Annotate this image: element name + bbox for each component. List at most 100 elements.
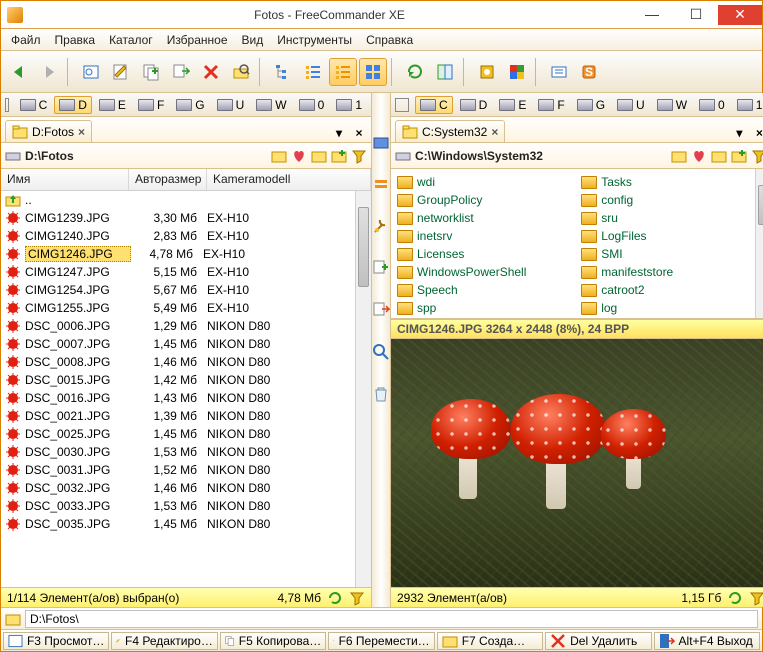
drive-F[interactable]: F [133,96,169,114]
folderlist-right[interactable]: wdiGroupPolicynetworklistinetsrvLicenses… [391,169,763,319]
menu-fav[interactable]: Избранное [161,31,234,49]
menu-tools[interactable]: Инструменты [271,31,358,49]
updir-row[interactable]: .. [1,191,371,209]
drive-D[interactable]: D [54,96,92,114]
file-row[interactable]: DSC_0008.JPG1,46 МбNIKON D80 [1,353,371,371]
tool2-button[interactable]: S [575,58,603,86]
file-row[interactable]: DSC_0015.JPG1,42 МбNIKON D80 [1,371,371,389]
fkey-f5[interactable]: F5 Копирова… [220,632,326,650]
fkey-exit[interactable]: Alt+F4 Выход [654,632,760,650]
col-name[interactable]: Имя [1,169,129,190]
drive-1[interactable]: 1 [331,96,367,114]
file-row[interactable]: DSC_0025.JPG1,45 МбNIKON D80 [1,425,371,443]
fkey-f3[interactable]: F3 Просмот… [3,632,109,650]
scrollbar-right-folders[interactable] [755,169,763,318]
status-refresh-icon[interactable] [727,590,743,606]
heart-icon[interactable] [691,148,707,164]
file-row[interactable]: DSC_0007.JPG1,45 МбNIKON D80 [1,335,371,353]
folder-item[interactable]: SMI [581,245,763,263]
drive-C[interactable]: C [415,96,453,114]
col-camera[interactable]: Kameramodell [207,169,371,190]
tab-right[interactable]: C:System32 × [395,120,505,142]
file-row[interactable]: CIMG1254.JPG5,67 МбEX-H10 [1,281,371,299]
file-row[interactable]: CIMG1246.JPG4,78 МбEX-H10 [1,245,371,263]
settings-button[interactable] [473,58,501,86]
forward-button[interactable] [35,58,63,86]
drive-W[interactable]: W [652,96,692,114]
col-size[interactable]: Авторазмер [129,169,207,190]
path-left[interactable]: D:\Fotos [25,149,267,163]
file-row[interactable]: DSC_0033.JPG1,53 МбNIKON D80 [1,497,371,515]
status-filter-icon[interactable] [749,590,763,606]
mid-zoom-icon[interactable] [372,343,390,361]
drive-U[interactable]: U [212,96,250,114]
edit-button[interactable] [107,58,135,86]
mid-recycle-icon[interactable] [372,385,390,403]
heart-icon[interactable] [291,148,307,164]
menu-file[interactable]: Файл [5,31,47,49]
file-row[interactable]: CIMG1247.JPG5,15 МбEX-H10 [1,263,371,281]
fkey-del[interactable]: Del Удалить [545,632,651,650]
fkey-f6[interactable]: F6 Перемести… [328,632,434,650]
path-input[interactable] [25,610,758,628]
folder-item[interactable]: wdi [397,173,581,191]
drive-E[interactable]: E [94,96,131,114]
menu-help[interactable]: Справка [360,31,419,49]
list-button[interactable] [299,58,327,86]
file-row[interactable]: DSC_0016.JPG1,43 МбNIKON D80 [1,389,371,407]
search-button[interactable] [227,58,255,86]
folder-item[interactable]: Speech [397,281,581,299]
mid-copy-icon[interactable] [372,259,390,277]
drive-0[interactable]: 0 [694,96,730,114]
tab-left[interactable]: D:Fotos × [5,120,92,142]
filelist-left[interactable]: ..CIMG1239.JPG3,30 МбEX-H10CIMG1240.JPG2… [1,191,371,587]
folder-item[interactable]: LogFiles [581,227,763,245]
file-row[interactable]: CIMG1239.JPG3,30 МбEX-H10 [1,209,371,227]
mid-move-icon[interactable] [372,301,390,319]
history-icon[interactable] [311,148,327,164]
folder-item[interactable]: spp [397,299,581,317]
fkey-f7[interactable]: F7 Созда… [437,632,543,650]
mid-equal-icon[interactable] [372,175,390,193]
folder-item[interactable]: manifeststore [581,263,763,281]
drive-D[interactable]: D [455,96,493,114]
fav-icon[interactable] [671,148,687,164]
folder-item[interactable]: sru [581,209,763,227]
tab-close-all[interactable]: × [751,126,763,142]
drive-W[interactable]: W [251,96,291,114]
drive-E[interactable]: E [494,96,531,114]
drive-1[interactable]: 1 [732,96,763,114]
folder-item[interactable]: Tasks [581,173,763,191]
path-right[interactable]: C:\Windows\System32 [415,149,667,163]
menu-edit[interactable]: Правка [49,31,102,49]
tool1-button[interactable] [545,58,573,86]
fav-icon[interactable] [271,148,287,164]
close-button[interactable]: ✕ [718,5,762,25]
image-preview[interactable] [391,339,763,587]
copy-button[interactable] [137,58,165,86]
file-row[interactable]: DSC_0030.JPG1,53 МбNIKON D80 [1,443,371,461]
tab-close-icon[interactable]: × [78,125,85,139]
file-row[interactable]: CIMG1255.JPG5,49 МбEX-H10 [1,299,371,317]
drive-G[interactable]: G [171,96,209,114]
scrollbar-left[interactable] [355,191,371,587]
folder-item[interactable]: catroot2 [581,281,763,299]
menu-view[interactable]: Вид [236,31,270,49]
menu-catalog[interactable]: Каталог [103,31,159,49]
status-filter-icon[interactable] [349,590,365,606]
details-button[interactable] [329,58,357,86]
mid-folder-icon[interactable] [372,133,390,151]
sync-button[interactable] [431,58,459,86]
delete-button[interactable] [197,58,225,86]
folder-item[interactable]: config [581,191,763,209]
folder-item[interactable]: Licenses [397,245,581,263]
folder-item[interactable]: log [581,299,763,317]
windows-button[interactable] [503,58,531,86]
drive-G[interactable]: G [572,96,610,114]
tab-close-all[interactable]: × [351,126,367,142]
tab-dropdown[interactable]: ▾ [731,126,747,142]
mid-tools-icon[interactable] [372,217,390,235]
folder-item[interactable]: GroupPolicy [397,191,581,209]
newfolder-icon[interactable] [731,148,747,164]
drive-C[interactable]: C [15,96,53,114]
